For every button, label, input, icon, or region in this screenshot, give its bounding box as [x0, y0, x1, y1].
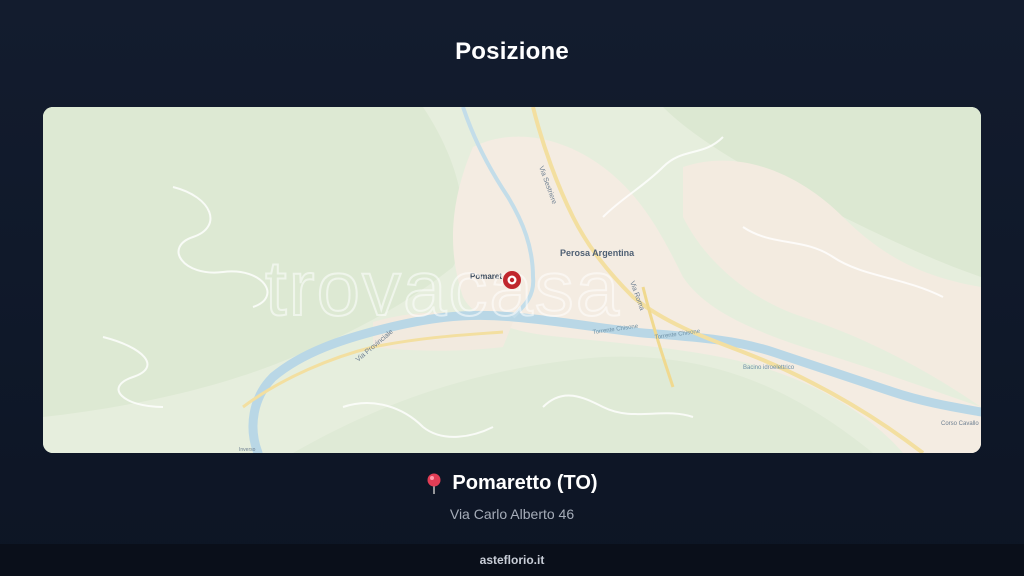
map-label-corner: Corso Cavallo: [941, 421, 979, 427]
location-address: Via Carlo Alberto 46: [449, 505, 575, 522]
footer-site[interactable]: asteflorio.it: [480, 553, 545, 567]
location-info: Pomaretto (TO) Via Carlo Alberto 46: [0, 472, 1024, 522]
map-label-bottom: Inverso: [239, 447, 256, 453]
map-label-basin: Bacino idroelettrico: [743, 365, 795, 371]
map-location-marker[interactable]: [503, 271, 521, 289]
page-title: Posizione: [455, 38, 569, 65]
marker-dot: [509, 277, 515, 283]
pin-icon: [426, 473, 442, 495]
map-watermark: trovacasa: [265, 244, 621, 332]
map-canvas[interactable]: Perosa Argentina Pomaret Via Sestriere V…: [43, 107, 981, 453]
location-map[interactable]: Perosa Argentina Pomaret Via Sestriere V…: [43, 107, 981, 453]
location-name-row: Pomaretto (TO): [426, 472, 598, 495]
footer: asteflorio.it: [0, 544, 1024, 576]
location-name: Pomaretto (TO): [452, 472, 598, 494]
